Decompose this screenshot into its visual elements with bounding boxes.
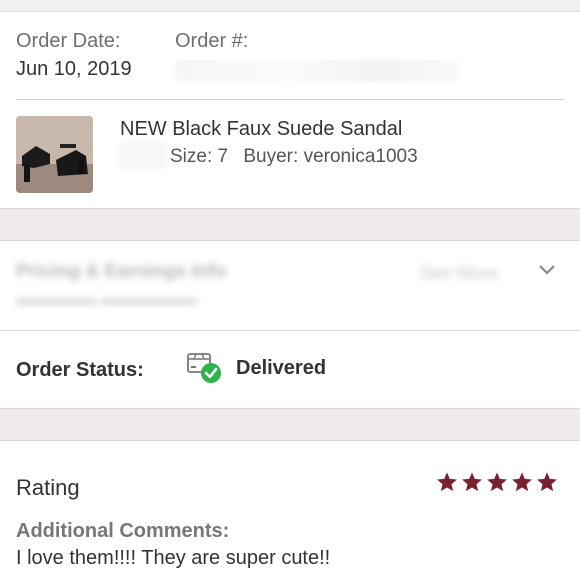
- order-status-label: Order Status:: [16, 359, 144, 381]
- top-strip: [0, 0, 580, 12]
- delivered-box-check-icon: [187, 353, 221, 383]
- order-number-label: Order #:: [175, 30, 249, 52]
- order-status-value: Delivered: [236, 357, 327, 379]
- star-icon: [487, 472, 507, 492]
- rating-stars: [436, 471, 561, 493]
- item-buyer: Buyer: veronica1003: [243, 146, 418, 167]
- pricing-see-more[interactable]: See More: [420, 263, 498, 284]
- blur-smudge: [118, 140, 168, 170]
- order-header: Order Date: Jun 10, 2019 Order #:: [0, 12, 580, 100]
- rating-label: Rating: [16, 475, 80, 500]
- section-gap: [0, 208, 580, 241]
- star-icon: [537, 472, 557, 492]
- star-icon: [437, 472, 457, 492]
- star-icon: [512, 472, 532, 492]
- item-title[interactable]: NEW Black Faux Suede Sandal: [120, 118, 402, 141]
- chevron-down-icon[interactable]: [538, 263, 556, 277]
- rating-section: Rating Additional Comments: I love them!…: [0, 441, 580, 580]
- order-number-redacted: [175, 60, 460, 82]
- item-meta: Size: 7 Buyer: veronica1003: [170, 146, 428, 168]
- comments-text: I love them!!!! They are super cute!!: [16, 547, 331, 569]
- order-date-value: Jun 10, 2019: [16, 58, 132, 80]
- pricing-section[interactable]: Pricing & Earnings Info ▬▬▬▬▬ ▬▬▬▬▬▬ See…: [0, 241, 580, 331]
- item-thumbnail[interactable]: [16, 116, 93, 193]
- section-gap: [0, 408, 580, 441]
- order-status-row: Order Status: Delivered: [0, 331, 580, 408]
- order-date-label: Order Date:: [16, 30, 121, 52]
- sandal-photo: [16, 116, 93, 193]
- item-row[interactable]: NEW Black Faux Suede Sandal Size: 7 Buye…: [0, 100, 580, 208]
- item-size: Size: 7: [170, 146, 229, 167]
- star-icon: [462, 472, 482, 492]
- comments-label: Additional Comments:: [16, 520, 230, 542]
- pricing-title: Pricing & Earnings Info: [16, 261, 227, 282]
- pricing-subtext: ▬▬▬▬▬ ▬▬▬▬▬▬: [16, 291, 197, 308]
